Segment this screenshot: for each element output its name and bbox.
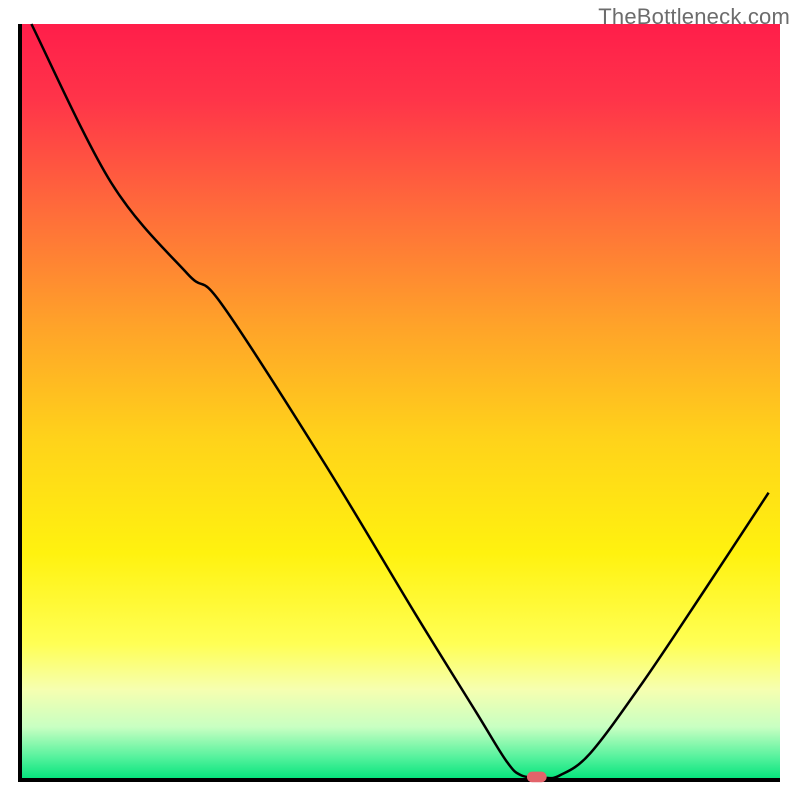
plot-background xyxy=(20,24,780,780)
chart-container: TheBottleneck.com xyxy=(0,0,800,800)
chart-plot xyxy=(0,0,800,800)
optimal-marker xyxy=(527,772,547,783)
